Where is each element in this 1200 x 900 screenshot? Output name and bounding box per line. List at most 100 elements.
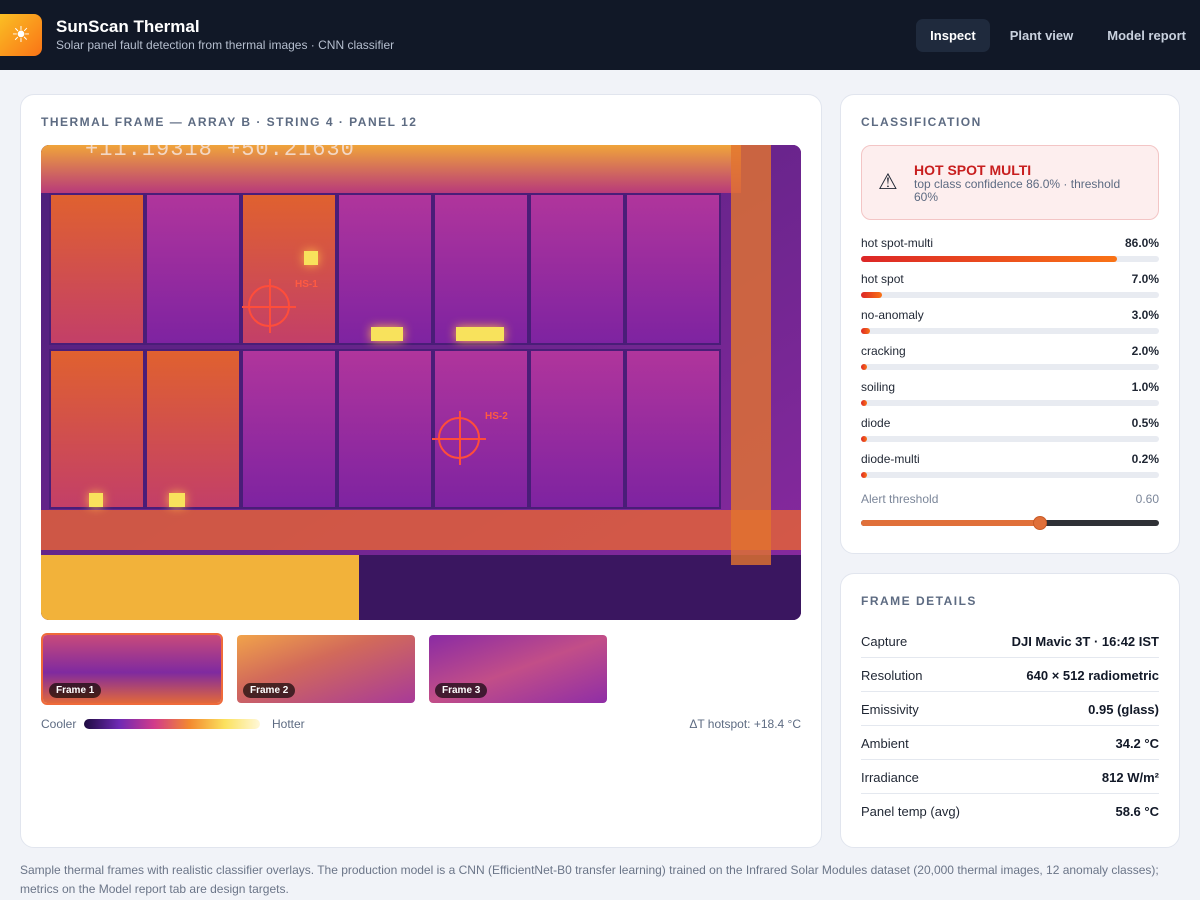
tab-plant-view[interactable]: Plant view: [996, 19, 1088, 52]
hotspot-label-2: HS-2: [485, 411, 508, 422]
hotspot-marker: [304, 251, 318, 265]
class-probability: 3.0%: [1131, 308, 1159, 322]
hotspot-marker: [169, 493, 185, 507]
panel-cell: [625, 193, 721, 345]
tab-model-report[interactable]: Model report: [1093, 19, 1200, 52]
panel-cell: [625, 349, 721, 509]
panel-cell: [337, 349, 433, 509]
legend-cool-label: Cooler: [41, 717, 77, 731]
probability-bar-fill: [861, 328, 870, 334]
thermal-frame-title: THERMAL FRAME — ARRAY B · STRING 4 · PAN…: [41, 115, 418, 129]
class-probability: 1.0%: [1131, 380, 1159, 394]
detail-row: Resolution 640 × 512 radiometric: [861, 658, 1159, 692]
class-row-no-anomaly: no-anomaly 3.0%: [861, 308, 1159, 344]
detail-value: 58.6 °C: [1115, 804, 1159, 819]
panel-cell: [241, 349, 337, 509]
alert-class-label: HOT SPOT MULTI: [914, 162, 1032, 178]
thermal-image-viewer[interactable]: +11.19318 +50.21630 HS-1 HS-2: [41, 145, 801, 620]
detail-row: Panel temp (avg) 58.6 °C: [861, 794, 1159, 828]
detail-key: Panel temp (avg): [861, 804, 960, 819]
class-row-cracking: cracking 2.0%: [861, 344, 1159, 380]
panel-cell: [529, 349, 625, 509]
probability-bar-fill: [861, 472, 867, 478]
panel-cell: [145, 349, 241, 509]
gps-overlay: +11.19318 +50.21630: [85, 145, 355, 162]
app-title: SunScan Thermal: [56, 17, 200, 36]
frame-details-title: FRAME DETAILS: [861, 594, 977, 608]
detail-row: Capture DJI Mavic 3T · 16:42 IST: [861, 624, 1159, 658]
detail-value: 0.95 (glass): [1088, 702, 1159, 717]
legend-hot-label: Hotter: [272, 717, 305, 731]
threshold-slider-fill: [861, 520, 1040, 526]
sun-logo-icon: ☀: [0, 14, 42, 56]
detail-row: Emissivity 0.95 (glass): [861, 692, 1159, 726]
probability-bar-track: [861, 400, 1159, 406]
detail-row: Irradiance 812 W/m²: [861, 760, 1159, 794]
detail-key: Resolution: [861, 668, 923, 683]
probability-bar-track: [861, 472, 1159, 478]
class-label: diode-multi: [861, 452, 920, 466]
probability-bar-track: [861, 364, 1159, 370]
probability-bar-fill: [861, 436, 867, 442]
thumbnail-frame-3[interactable]: Frame 3: [427, 633, 609, 705]
hotspot-label-1: HS-1: [295, 279, 318, 290]
thumbnail-label: Frame 1: [49, 683, 102, 698]
frame-details-card: FRAME DETAILS Capture DJI Mavic 3T · 16:4…: [840, 573, 1180, 848]
threshold-label: Alert threshold: [861, 492, 939, 506]
panel-cell: [49, 349, 145, 509]
probability-bar-track: [861, 328, 1159, 334]
hotspot-marker: [371, 327, 403, 341]
classification-card: CLASSIFICATION ⚠ HOT SPOT MULTI top clas…: [840, 94, 1180, 554]
probability-bar-fill: [861, 364, 867, 370]
hotspot-marker: [89, 493, 103, 507]
panel-cell: [337, 193, 433, 345]
class-row-diode: diode 0.5%: [861, 416, 1159, 452]
probability-bar-fill: [861, 292, 882, 298]
class-row-soiling: soiling 1.0%: [861, 380, 1159, 416]
detail-key: Ambient: [861, 736, 909, 751]
detail-key: Emissivity: [861, 702, 919, 717]
class-probability: 0.2%: [1131, 452, 1159, 466]
threshold-slider[interactable]: [861, 516, 1159, 530]
probability-bar-track: [861, 292, 1159, 298]
thumbnail-frame-1[interactable]: Frame 1: [41, 633, 223, 705]
class-label: cracking: [861, 344, 906, 358]
class-probability: 0.5%: [1131, 416, 1159, 430]
panel-cell: [145, 193, 241, 345]
class-row-hot-spot-multi: hot spot-multi 86.0%: [861, 236, 1159, 272]
warning-triangle-icon: ⚠: [878, 170, 898, 195]
detail-value: 34.2 °C: [1115, 736, 1159, 751]
probability-bar-fill: [861, 400, 867, 406]
threshold-value: 0.60: [1135, 492, 1159, 506]
thumbnail-label: Frame 2: [243, 683, 296, 698]
footnote: Sample thermal frames with realistic cla…: [20, 863, 1159, 896]
detail-value: 812 W/m²: [1101, 770, 1159, 785]
classification-title: CLASSIFICATION: [861, 115, 982, 129]
tab-inspect[interactable]: Inspect: [916, 19, 990, 52]
hotspot-marker: [456, 327, 504, 341]
probability-bar-track: [861, 436, 1159, 442]
detail-value: DJI Mavic 3T · 16:42 IST: [1011, 634, 1159, 649]
probability-bar-track: [861, 256, 1159, 262]
hotspot-reticle-1[interactable]: [242, 279, 296, 333]
threshold-slider-handle[interactable]: [1032, 516, 1047, 530]
class-row-hot-spot: hot spot 7.0%: [861, 272, 1159, 308]
probability-bar-fill: [861, 256, 1118, 262]
panel-cell: [529, 193, 625, 345]
class-label: no-anomaly: [861, 308, 924, 322]
detail-value: 640 × 512 radiometric: [1026, 668, 1159, 683]
app-subtitle: Solar panel fault detection from thermal…: [56, 38, 395, 52]
thumbnail-frame-2[interactable]: Frame 2: [235, 633, 417, 705]
hotspot-reticle-2[interactable]: [432, 411, 486, 465]
class-row-diode-multi: diode-multi 0.2%: [861, 452, 1159, 488]
alert-detail: top class confidence 86.0% · threshold 6…: [914, 177, 1121, 204]
top-bar: ☀ SunScan Thermal Solar panel fault dete…: [0, 0, 1200, 70]
delta-t-readout: ΔT hotspot: +18.4 °C: [689, 717, 801, 731]
main-nav: Inspect Plant view Model report: [916, 19, 1200, 52]
class-probability: 2.0%: [1131, 344, 1159, 358]
class-probability: 86.0%: [1124, 236, 1159, 250]
class-label: diode: [861, 416, 891, 430]
thumbnail-label: Frame 3: [435, 683, 488, 698]
panel-cell: [49, 193, 145, 345]
panel-cell: [433, 193, 529, 345]
